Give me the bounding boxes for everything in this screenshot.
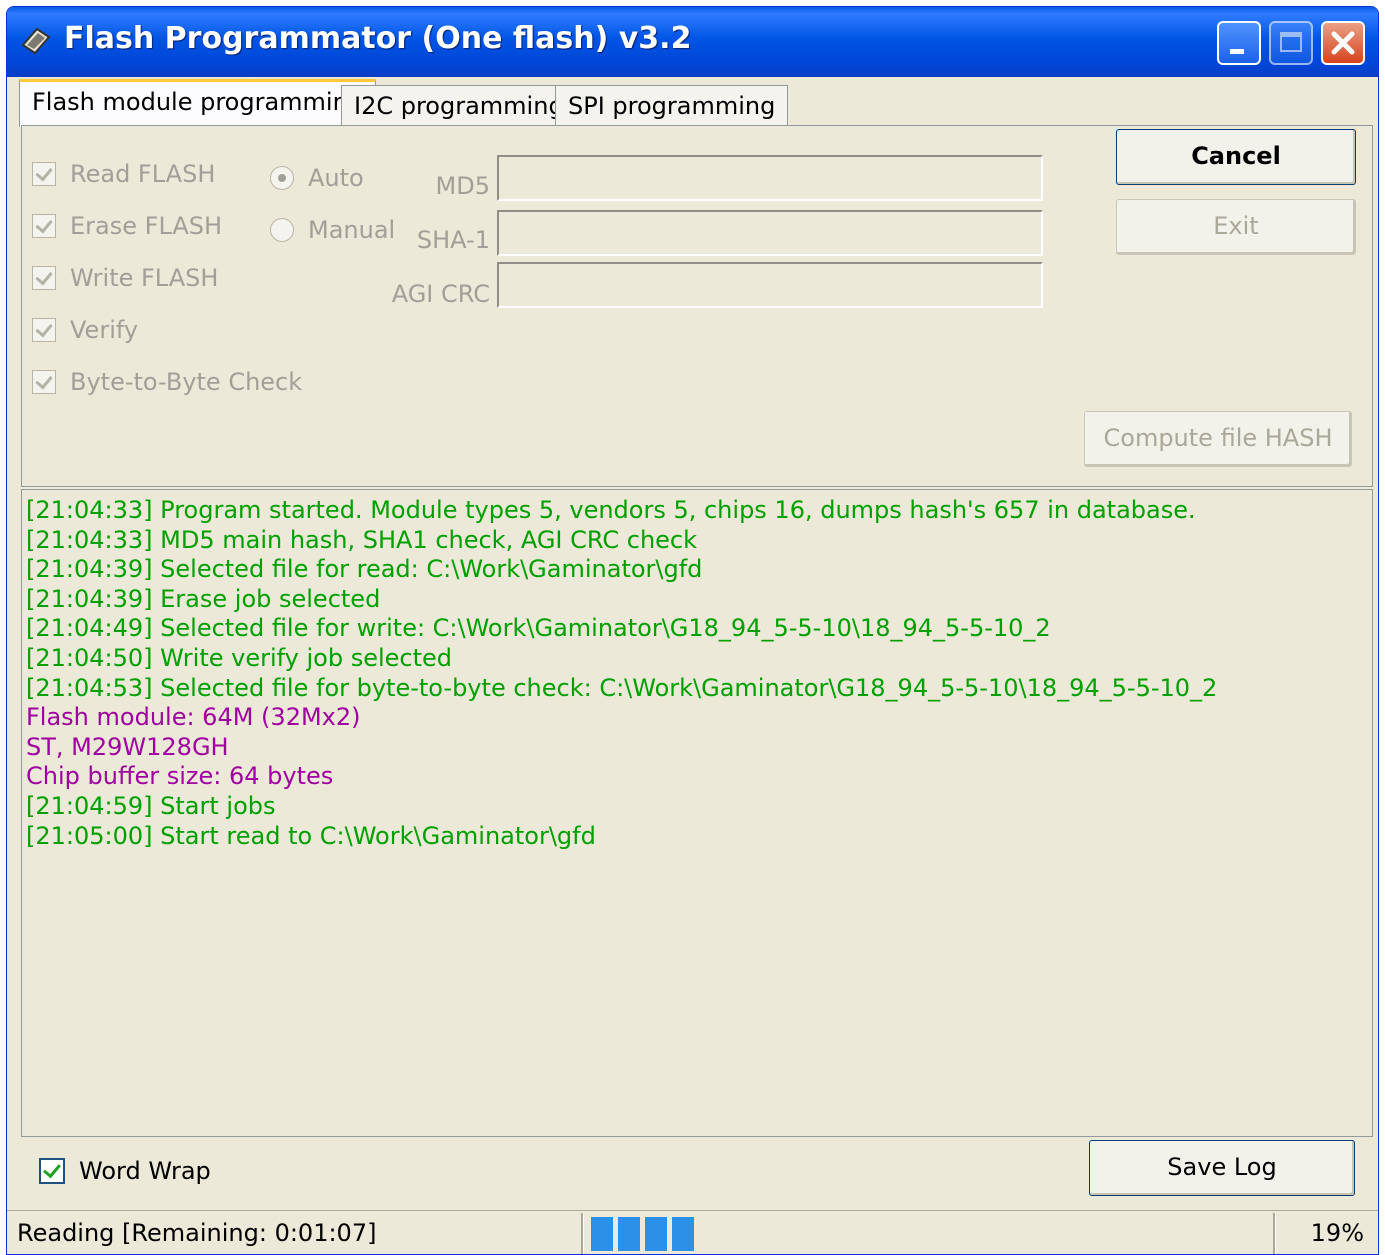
word-wrap-label: Word Wrap <box>79 1157 211 1185</box>
sha1-field[interactable] <box>497 210 1043 256</box>
checkbox-icon <box>39 1158 65 1184</box>
checkbox-icon <box>32 266 56 290</box>
tab-spi[interactable]: SPI programming <box>555 85 789 125</box>
close-button[interactable] <box>1321 21 1365 65</box>
tab-i2c[interactable]: I2C programming <box>341 85 577 125</box>
status-separator <box>1273 1213 1276 1254</box>
md5-label: MD5 <box>435 172 490 200</box>
radio-icon <box>270 166 294 190</box>
checkbox-icon <box>32 214 56 238</box>
chip-icon <box>21 27 51 55</box>
read-flash-checkbox[interactable]: Read FLASH <box>32 160 215 188</box>
log-line: [21:04:50] Write verify job selected <box>26 643 453 672</box>
progress-block <box>645 1217 667 1251</box>
minimize-button[interactable] <box>1217 21 1261 65</box>
md5-field[interactable] <box>497 155 1043 201</box>
verify-label: Verify <box>70 316 139 344</box>
checkbox-icon <box>32 162 56 186</box>
agi-crc-field[interactable] <box>497 262 1043 308</box>
log-line: [21:05:00] Start read to C:\Work\Gaminat… <box>26 821 596 850</box>
log-line: Chip buffer size: 64 bytes <box>26 762 334 791</box>
tab-strip: Flash module programming I2C programming… <box>15 77 1375 127</box>
auto-radio[interactable]: Auto <box>270 164 364 192</box>
log-line: [21:04:53] Selected file for byte-to-byt… <box>26 673 1218 702</box>
log-line: [21:04:39] Selected file for read: C:\Wo… <box>26 555 703 584</box>
exit-button[interactable]: Exit <box>1116 199 1356 255</box>
title-bar[interactable]: Flash Programmator (One flash) v3.2 <box>7 7 1378 77</box>
erase-flash-label: Erase FLASH <box>70 212 223 240</box>
maximize-icon <box>1280 32 1302 52</box>
log-area[interactable]: [21:04:33] Program started. Module types… <box>21 489 1373 1137</box>
progress-block <box>672 1217 694 1251</box>
checkbox-icon <box>32 318 56 342</box>
word-wrap-checkbox[interactable]: Word Wrap <box>39 1157 211 1185</box>
agi-crc-label: AGI CRC <box>391 280 490 308</box>
checkbox-icon <box>32 370 56 394</box>
auto-label: Auto <box>308 164 364 192</box>
write-flash-checkbox[interactable]: Write FLASH <box>32 264 218 292</box>
log-line: [21:04:33] MD5 main hash, SHA1 check, AG… <box>26 525 698 554</box>
byte-check-checkbox[interactable]: Byte-to-Byte Check <box>32 368 302 396</box>
log-line: [21:04:33] Program started. Module types… <box>26 496 1196 524</box>
log-line: [21:04:59] Start jobs <box>26 791 276 820</box>
radio-icon <box>270 218 294 242</box>
progress-block <box>591 1217 613 1251</box>
log-line: ST, M29W128GH <box>26 732 229 761</box>
maximize-button[interactable] <box>1269 21 1313 65</box>
progress-block <box>618 1217 640 1251</box>
status-bar: Reading [Remaining: 0:01:07] 19% <box>7 1210 1378 1254</box>
log-line: [21:04:49] Selected file for write: C:\W… <box>26 614 1051 643</box>
save-log-button[interactable]: Save Log <box>1089 1140 1355 1196</box>
minimize-icon <box>1230 49 1244 54</box>
verify-checkbox[interactable]: Verify <box>32 316 138 344</box>
compute-hash-button[interactable]: Compute file HASH <box>1084 411 1352 467</box>
log-line: [21:04:39] Erase job selected <box>26 584 381 613</box>
read-flash-label: Read FLASH <box>70 160 216 188</box>
cancel-button[interactable]: Cancel <box>1116 129 1356 185</box>
byte-check-label: Byte-to-Byte Check <box>70 368 303 396</box>
write-flash-label: Write FLASH <box>70 264 219 292</box>
progress-bar <box>589 1217 1275 1251</box>
close-icon <box>1331 31 1355 55</box>
app-window: Flash Programmator (One flash) v3.2 Flas… <box>6 6 1379 1255</box>
progress-percent: 19% <box>1310 1219 1364 1247</box>
window-title: Flash Programmator (One flash) v3.2 <box>64 21 692 56</box>
erase-flash-checkbox[interactable]: Erase FLASH <box>32 212 222 240</box>
log-line: Flash module: 64M (32Mx2) <box>26 703 361 732</box>
status-separator <box>581 1213 584 1254</box>
sha1-label: SHA-1 <box>416 226 490 254</box>
status-text: Reading [Remaining: 0:01:07] <box>17 1219 377 1247</box>
tab-flash-module[interactable]: Flash module programming <box>19 79 377 127</box>
